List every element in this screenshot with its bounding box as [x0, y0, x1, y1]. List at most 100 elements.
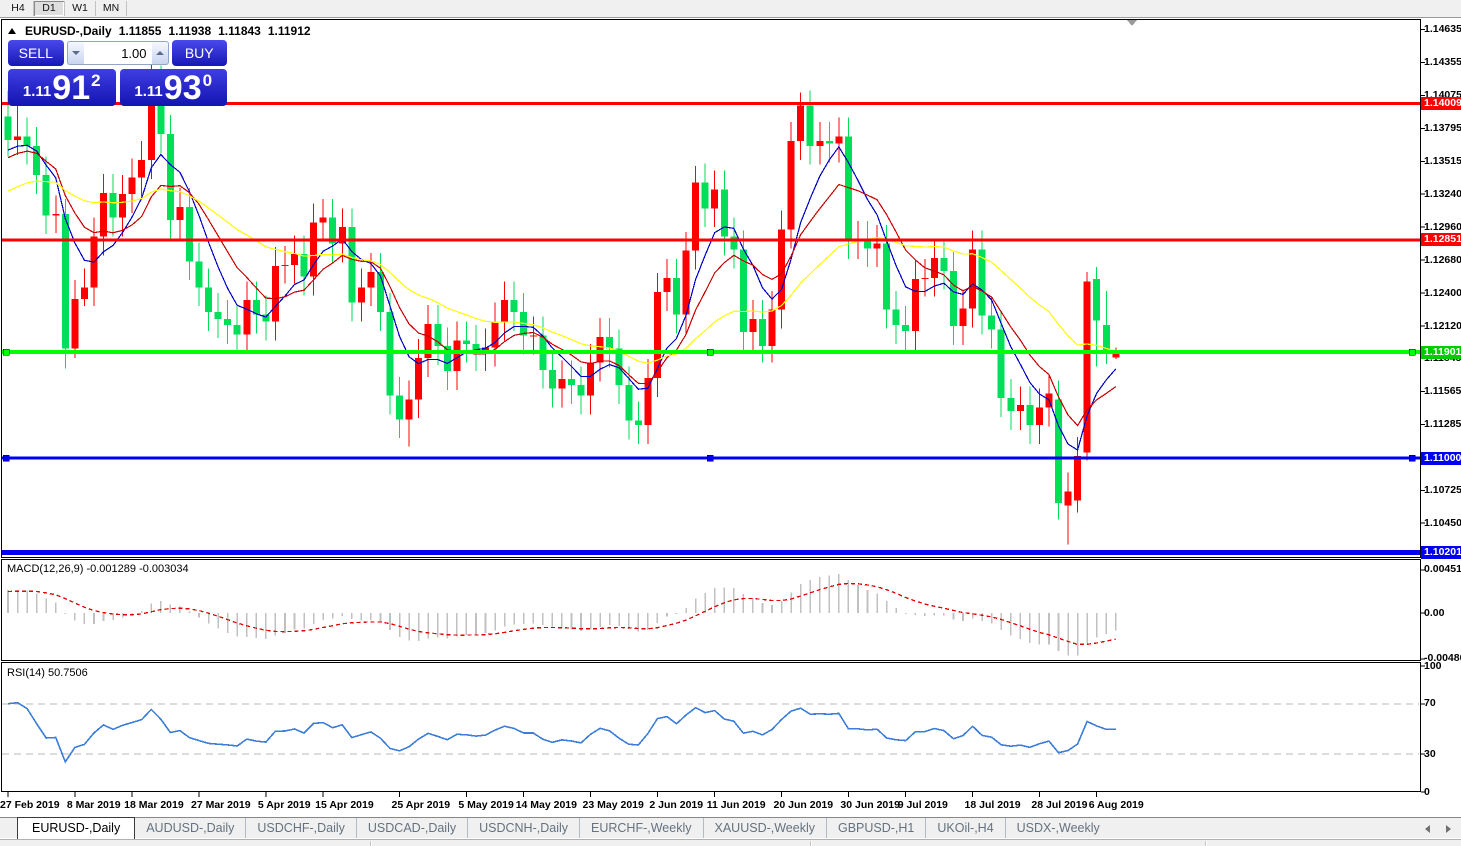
price-axis-label: 1.13515: [1424, 155, 1461, 167]
date-axis-label: 15 Apr 2019: [315, 799, 374, 811]
low-value: 1.11843: [218, 24, 261, 38]
one-click-trading-panel: SELL BUY 1.11 91 2 1.11 93 0: [8, 40, 227, 106]
triangle-down-icon: [72, 51, 80, 55]
date-axis-label: 30 Jun 2019: [840, 799, 900, 811]
mt4-terminal: { "toolbar": {"timeframes": ["H4","D1","…: [0, 0, 1461, 845]
date-axis-label: 28 Jul 2019: [1031, 799, 1087, 811]
buy-price-display[interactable]: 1.11 93 0: [120, 69, 228, 106]
status-divider: [1205, 841, 1207, 846]
line-handle[interactable]: [1409, 349, 1415, 355]
date-axis-label: 23 May 2019: [583, 799, 644, 811]
chart-tab-usdchf[interactable]: USDCHF-,Daily: [245, 818, 356, 838]
price-level-badge: 1.11901: [1421, 346, 1461, 359]
date-axis-label: 14 May 2019: [516, 799, 577, 811]
rsi-label: RSI(14) 50.7506: [7, 667, 88, 679]
price-axis-label: 1.14635: [1424, 23, 1461, 35]
chart-tab-eurusd[interactable]: EURUSD-,Daily: [17, 817, 135, 839]
tab-scroll-left-icon[interactable]: [1425, 825, 1430, 833]
buy-price-pip: 0: [203, 71, 212, 91]
date-axis-label: 20 Jun 2019: [774, 799, 834, 811]
date-axis-label: 18 Jul 2019: [965, 799, 1021, 811]
price-axis-label: 1.13240: [1424, 188, 1461, 200]
rsi-axis-label: 30: [1424, 748, 1436, 760]
rsi-pane[interactable]: [2, 663, 1421, 792]
line-handle[interactable]: [1409, 455, 1415, 461]
sell-price-prefix: 1.11: [23, 83, 51, 100]
date-axis-label: 11 Jun 2019: [707, 799, 766, 811]
chart-tab-xauusd[interactable]: XAUUSD-,Weekly: [703, 818, 826, 838]
triangle-up-icon: [156, 51, 164, 55]
price-axis-label: 1.12680: [1424, 254, 1461, 266]
macd-axis-label: 0.004517: [1424, 563, 1461, 575]
timeframe-button-w1[interactable]: W1: [65, 1, 96, 16]
sell-price-display[interactable]: 1.11 91 2: [8, 69, 116, 106]
line-handle[interactable]: [3, 455, 9, 461]
date-axis-label: 27 Mar 2019: [191, 799, 251, 811]
date-axis-label: 5 May 2019: [458, 799, 513, 811]
price-level-badge: 1.11000: [1421, 452, 1461, 465]
volume-increase-button[interactable]: [152, 41, 169, 65]
date-axis-label: 5 Apr 2019: [258, 799, 311, 811]
rsi-axis-label: 100: [1424, 660, 1442, 672]
volume-input[interactable]: [84, 41, 152, 65]
price-axis-label: 1.12960: [1424, 221, 1461, 233]
sell-price-pip: 2: [91, 71, 100, 91]
timeframe-button-h4[interactable]: H4: [3, 1, 34, 16]
date-axis-label: 25 Apr 2019: [392, 799, 451, 811]
timeframe-button-d1[interactable]: D1: [34, 1, 65, 16]
buy-button[interactable]: BUY: [172, 40, 228, 66]
chart-tab-eurchf[interactable]: EURCHF-,Weekly: [579, 818, 702, 838]
chart-tab-usdcnh[interactable]: USDCNH-,Daily: [467, 818, 579, 838]
volume-stepper: [67, 41, 169, 65]
symbol-tab-bar: EURUSD-,DailyAUDUSD-,DailyUSDCHF-,DailyU…: [0, 817, 1461, 838]
status-divider: [810, 841, 812, 846]
status-divider: [370, 841, 372, 846]
price-axis-label: 1.11565: [1424, 385, 1461, 397]
chart-tab-gbpusd[interactable]: GBPUSD-,H1: [826, 818, 925, 838]
line-handle[interactable]: [3, 349, 9, 355]
line-handle[interactable]: [707, 349, 713, 355]
price-axis-label: 1.11285: [1424, 418, 1461, 430]
macd-label: MACD(12,26,9) -0.001289 -0.003034: [7, 563, 189, 575]
price-axis-label: 1.13795: [1424, 122, 1461, 134]
chart-tab-usdx[interactable]: USDX-,Weekly: [1005, 818, 1111, 838]
date-axis-label: 8 Mar 2019: [67, 799, 121, 811]
tab-scroll-buttons: [1425, 825, 1451, 833]
volume-decrease-button[interactable]: [67, 41, 84, 65]
rsi-axis-label: 70: [1424, 697, 1436, 709]
sell-price-big: 91: [52, 73, 90, 104]
price-axis-label: 1.12120: [1424, 320, 1461, 332]
date-axis-label: 9 Jul 2019: [898, 799, 948, 811]
line-handle[interactable]: [707, 455, 713, 461]
collapse-arrow-icon[interactable]: [8, 28, 16, 34]
price-level-badge: 1.12851: [1421, 233, 1461, 246]
high-value: 1.11938: [168, 24, 211, 38]
timeframe-toolbar: H4D1W1MN: [0, 0, 1461, 18]
tab-scroll-right-icon[interactable]: [1446, 825, 1451, 833]
date-axis-label: 18 Mar 2019: [124, 799, 184, 811]
chart-canvas[interactable]: [0, 0, 1461, 845]
price-level-badge: 1.10201: [1421, 546, 1461, 559]
chart-tab-audusd[interactable]: AUDUSD-,Daily: [135, 818, 245, 838]
chart-tab-usdcad[interactable]: USDCAD-,Daily: [356, 818, 467, 838]
buy-price-big: 93: [164, 73, 202, 104]
date-axis-label: 2 Jun 2019: [649, 799, 703, 811]
price-axis-label: 1.12400: [1424, 287, 1461, 299]
macd-pane[interactable]: [2, 560, 1421, 661]
date-axis-label: 6 Aug 2019: [1089, 799, 1144, 811]
chart-tab-ukoil[interactable]: UKOil-,H4: [925, 818, 1004, 838]
price-level-badge: 1.14009: [1421, 97, 1461, 110]
sell-button[interactable]: SELL: [8, 40, 64, 66]
price-axis-label: 1.14355: [1424, 56, 1461, 68]
symbol-period-label: EURUSD-,Daily: [25, 24, 112, 38]
open-value: 1.11855: [119, 24, 162, 38]
price-axis-label: 1.10725: [1424, 484, 1461, 496]
buy-price-prefix: 1.11: [134, 83, 162, 100]
date-axis-label: 27 Feb 2019: [0, 799, 60, 811]
ohlc-header: EURUSD-,Daily 1.11855 1.11938 1.11843 1.…: [8, 24, 311, 38]
close-value: 1.11912: [268, 24, 311, 38]
rsi-axis-label: 0: [1424, 786, 1430, 798]
macd-axis-label: 0.00: [1424, 607, 1444, 619]
price-axis-label: 1.10450: [1424, 517, 1461, 529]
timeframe-button-mn[interactable]: MN: [96, 1, 127, 16]
